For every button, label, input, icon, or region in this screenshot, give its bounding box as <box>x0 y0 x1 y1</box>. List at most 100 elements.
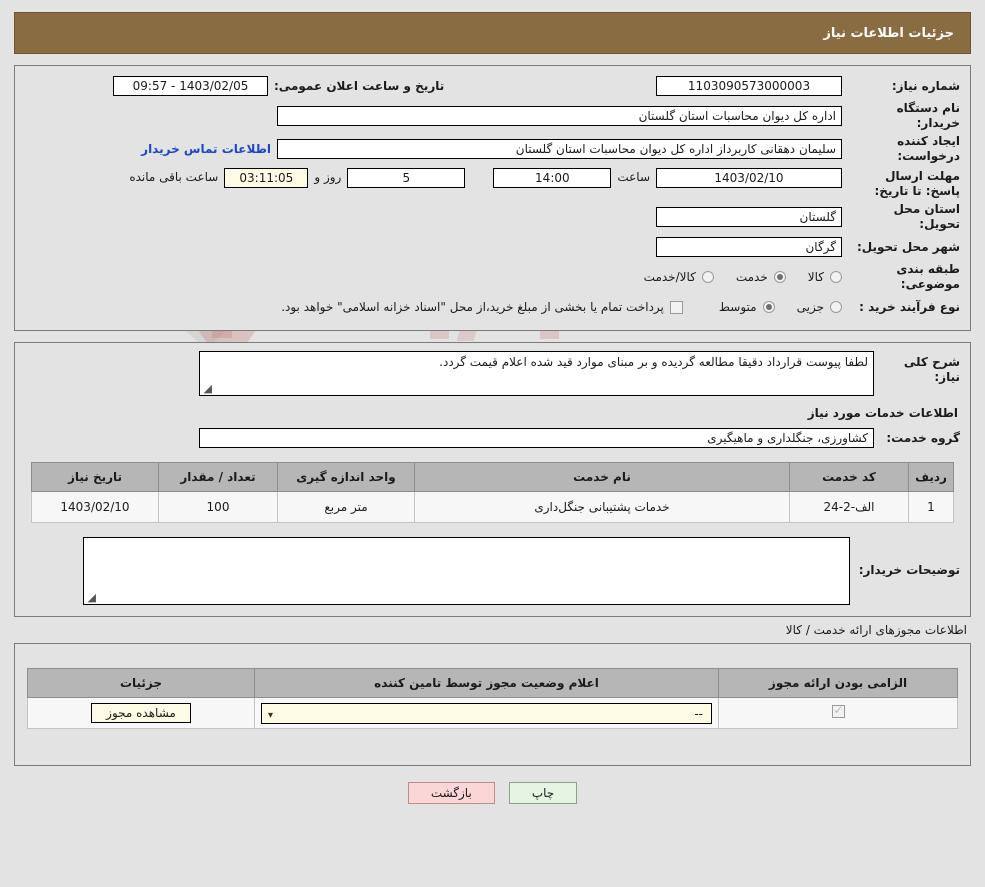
process-label: نوع فرآیند خرید : <box>842 300 960 315</box>
category-label: طبقه بندی موضوعی: <box>842 262 960 292</box>
col-unit: واحد اندازه گیری <box>278 463 415 492</box>
col-permit-status: اعلام وضعیت مجوز توسط تامین کننده <box>255 669 719 698</box>
col-code: کد خدمت <box>790 463 909 492</box>
process-option-minor[interactable]: جزیی <box>797 300 842 314</box>
requester-value: سلیمان دهقانی کاربرداز اداره کل دیوان مح… <box>277 139 842 159</box>
permit-required-checkbox <box>832 705 845 718</box>
permits-section-title: اطلاعات مجوزهای ارائه خدمت / کالا <box>14 623 967 637</box>
col-need-date: تاریخ نیاز <box>32 463 159 492</box>
buyer-contact-link[interactable]: اطلاعات تماس خریدار <box>135 142 277 156</box>
cell-permit-status: ▾ -- <box>255 698 719 729</box>
requester-label: ایجاد کننده درخواست: <box>842 134 960 164</box>
description-textarea[interactable]: لطفا پیوست قرارداد دقیقا مطالعه گردیده و… <box>199 351 874 396</box>
cell-need-date: 1403/02/10 <box>32 492 159 523</box>
page-root: جزئیات اطلاعات نیاز شماره نیاز: 11030905… <box>0 12 985 804</box>
category-option-goods-service-label: کالا/خدمت <box>644 270 702 284</box>
announce-label: تاریخ و ساعت اعلان عمومی: <box>268 79 450 93</box>
row-deadline: مهلت ارسال پاسخ: تا تاریخ: 1403/02/10 سا… <box>25 167 960 199</box>
city-value: گرگان <box>656 237 842 257</box>
buyer-org-value: اداره کل دیوان محاسبات استان گلستان <box>277 106 842 126</box>
announce-value: 1403/02/05 - 09:57 <box>113 76 268 96</box>
city-label: شهر محل تحویل: <box>842 240 960 255</box>
category-option-goods[interactable]: کالا <box>808 270 842 284</box>
province-value: گلستان <box>656 207 842 227</box>
permits-table-header-row: الزامی بودن ارائه مجوز اعلام وضعیت مجوز … <box>28 669 958 698</box>
category-option-goods-label: کالا <box>808 270 830 284</box>
service-group-value: کشاورزی، جنگلداری و ماهیگیری <box>199 428 874 448</box>
description-label-text: شرح کلی نیاز: <box>904 355 960 384</box>
category-option-service-label: خدمت <box>736 270 774 284</box>
description-value: لطفا پیوست قرارداد دقیقا مطالعه گردیده و… <box>439 355 868 369</box>
description-label: شرح کلی نیاز: <box>874 351 960 385</box>
radio-icon-minor[interactable] <box>830 301 842 313</box>
cell-unit: متر مربع <box>278 492 415 523</box>
days-left-value: 5 <box>347 168 465 188</box>
row-city: شهر محل تحویل: گرگان <box>25 235 960 259</box>
cell-index: 1 <box>909 492 954 523</box>
treasury-checkbox[interactable] <box>670 301 683 314</box>
services-table-wrap: ردیف کد خدمت نام خدمت واحد اندازه گیری ت… <box>31 462 954 523</box>
cell-name: خدمات پشتیبانی جنگل‌داری <box>415 492 790 523</box>
deadline-time-value: 14:00 <box>493 168 611 188</box>
row-need-number: شماره نیاز: 1103090573000003 تاریخ و ساع… <box>25 74 960 98</box>
buyer-org-label: نام دستگاه خریدار: <box>842 101 960 131</box>
cell-permit-details: مشاهده مجوز <box>28 698 255 729</box>
deadline-time-label: ساعت <box>611 167 656 184</box>
need-details-panel: شرح کلی نیاز: لطفا پیوست قرارداد دقیقا م… <box>14 342 971 617</box>
footer-actions: چاپ بازگشت <box>0 782 985 804</box>
page-header-bar: جزئیات اطلاعات نیاز <box>14 12 971 54</box>
permits-table: الزامی بودن ارائه مجوز اعلام وضعیت مجوز … <box>27 668 958 729</box>
service-group-label: گروه خدمت: <box>874 431 960 446</box>
radio-icon-goods-service[interactable] <box>702 271 714 283</box>
category-option-service[interactable]: خدمت <box>736 270 786 284</box>
row-category: طبقه بندی موضوعی: کالا خدمت کالا/خدمت <box>25 262 960 292</box>
permit-status-value: -- <box>694 704 703 724</box>
need-number-value: 1103090573000003 <box>656 76 842 96</box>
row-buyer-org: نام دستگاه خریدار: اداره کل دیوان محاسبا… <box>25 101 960 131</box>
deadline-date-value: 1403/02/10 <box>656 168 842 188</box>
row-requester: ایجاد کننده درخواست: سلیمان دهقانی کاربر… <box>25 134 960 164</box>
deadline-label: مهلت ارسال پاسخ: تا تاریخ: <box>842 167 960 199</box>
category-option-goods-service[interactable]: کالا/خدمت <box>644 270 714 284</box>
remaining-label: ساعت باقی مانده <box>123 167 224 184</box>
buyer-notes-label: توضیحات خریدار: <box>850 537 960 578</box>
services-table: ردیف کد خدمت نام خدمت واحد اندازه گیری ت… <box>31 462 954 523</box>
col-name: نام خدمت <box>415 463 790 492</box>
permit-status-select[interactable]: ▾ -- <box>261 703 712 724</box>
services-table-header-row: ردیف کد خدمت نام خدمت واحد اندازه گیری ت… <box>32 463 954 492</box>
row-service-group: گروه خدمت: کشاورزی، جنگلداری و ماهیگیری <box>25 426 960 450</box>
resize-grip-icon[interactable]: ◢ <box>202 384 212 394</box>
treasury-note: پرداخت تمام یا بخشی از مبلغ خرید،از محل … <box>275 300 670 314</box>
days-and-label: روز و <box>308 167 347 184</box>
cell-code: الف-2-24 <box>790 492 909 523</box>
table-row: ▾ -- مشاهده مجوز <box>28 698 958 729</box>
category-radio-group: کالا خدمت کالا/خدمت <box>622 270 842 284</box>
buyer-notes-textarea[interactable]: ◢ <box>83 537 850 605</box>
print-button[interactable]: چاپ <box>509 782 577 804</box>
col-quantity: تعداد / مقدار <box>159 463 278 492</box>
table-row: 1 الف-2-24 خدمات پشتیبانی جنگل‌داری متر … <box>32 492 954 523</box>
process-option-minor-label: جزیی <box>797 300 830 314</box>
radio-icon-medium[interactable] <box>763 301 775 313</box>
permits-panel: الزامی بودن ارائه مجوز اعلام وضعیت مجوز … <box>14 643 971 766</box>
need-info-panel: شماره نیاز: 1103090573000003 تاریخ و ساع… <box>14 65 971 331</box>
chevron-down-icon[interactable]: ▾ <box>268 710 275 721</box>
process-option-medium-label: متوسط <box>719 300 763 314</box>
col-permit-details: جزئیات <box>28 669 255 698</box>
services-section-title: اطلاعات خدمات مورد نیاز <box>25 406 960 420</box>
cell-permit-required <box>719 698 958 729</box>
time-left-value: 03:11:05 <box>224 168 308 188</box>
row-process-type: نوع فرآیند خرید : جزیی متوسط پرداخت تمام… <box>25 295 960 319</box>
province-label: استان محل تحویل: <box>842 202 960 232</box>
back-button[interactable]: بازگشت <box>408 782 495 804</box>
process-option-medium[interactable]: متوسط <box>719 300 775 314</box>
row-buyer-notes: توضیحات خریدار: ◢ <box>25 537 960 605</box>
radio-icon-service[interactable] <box>774 271 786 283</box>
view-permit-button[interactable]: مشاهده مجوز <box>91 703 191 723</box>
process-radio-group: جزیی متوسط <box>697 300 842 314</box>
col-index: ردیف <box>909 463 954 492</box>
row-province: استان محل تحویل: گلستان <box>25 202 960 232</box>
radio-icon-goods[interactable] <box>830 271 842 283</box>
col-permit-required: الزامی بودن ارائه مجوز <box>719 669 958 698</box>
resize-grip-icon-notes[interactable]: ◢ <box>86 593 96 603</box>
